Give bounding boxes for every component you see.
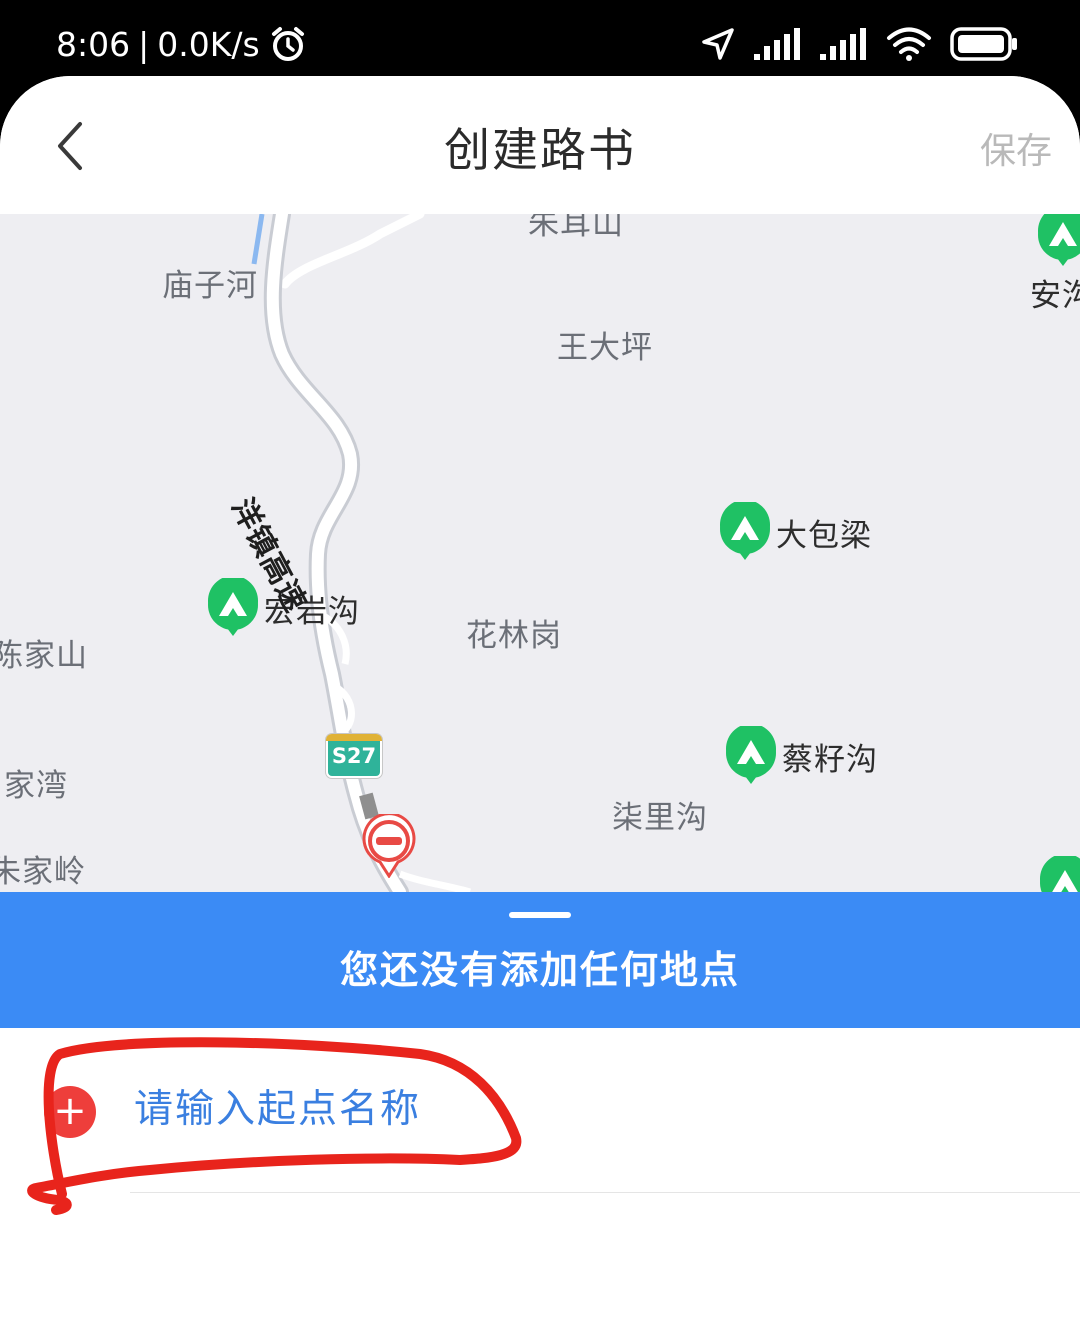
mountain-pin-icon[interactable] <box>1038 856 1080 892</box>
status-speed: 0.0K/s <box>157 24 260 64</box>
app-card: 创建路书 保存 朱耳山 庙子河 王大坪 花林岗 陈家山 家湾 朱家岭 柒里沟 安… <box>0 76 1080 1318</box>
poi-marker[interactable]: 蔡籽沟 <box>724 726 878 786</box>
bottom-sheet-header[interactable]: 您还没有添加任何地点 <box>0 892 1080 1028</box>
status-left: 8:06 | 0.0K/s <box>56 24 308 64</box>
poi-marker[interactable]: 大包梁 <box>718 502 872 562</box>
place-label: 王大坪 <box>557 330 653 366</box>
start-point-row[interactable]: + 请输入起点名称 <box>0 1028 1080 1192</box>
mountain-pin-icon <box>726 726 776 784</box>
wifi-icon <box>887 27 931 61</box>
header-bar: 创建路书 保存 <box>0 76 1080 215</box>
mountain-pin-icon <box>720 502 770 560</box>
place-label: 朱耳山 <box>528 214 624 242</box>
row-divider <box>130 1192 1080 1193</box>
status-right <box>700 26 1018 62</box>
poi-label: 蔡籽沟 <box>782 741 878 778</box>
status-separator: | <box>138 24 150 64</box>
poi-label: 大包梁 <box>776 517 872 554</box>
place-label: 朱家岭 <box>0 854 86 890</box>
page-title: 创建路书 <box>444 123 636 177</box>
mountain-pin-icon[interactable] <box>1036 214 1080 268</box>
map-view[interactable]: 朱耳山 庙子河 王大坪 花林岗 陈家山 家湾 朱家岭 柒里沟 安沟 大包梁 宏岩… <box>0 214 1080 892</box>
save-button[interactable]: 保存 <box>980 122 1052 174</box>
place-label: 陈家山 <box>0 638 88 674</box>
battery-icon <box>950 27 1017 61</box>
place-label: 家湾 <box>4 768 68 804</box>
mountain-pin-icon <box>208 578 258 636</box>
road-shield: S27 <box>326 734 382 778</box>
location-arrow-icon <box>702 28 734 60</box>
empty-state-text: 您还没有添加任何地点 <box>339 948 740 992</box>
add-start-button[interactable]: + <box>44 1086 96 1138</box>
alarm-icon <box>271 27 304 61</box>
place-label: 庙子河 <box>162 268 258 304</box>
signal-icon-2 <box>820 28 866 60</box>
phone-screen: 8:06 | 0.0K/s 创建路书 保存 朱耳山 庙子河 王大坪 花林岗 陈家… <box>0 0 1080 1318</box>
road-network <box>251 214 472 892</box>
place-label: 安沟 <box>1030 278 1080 314</box>
signal-icon-1 <box>754 28 800 60</box>
status-bar: 8:06 | 0.0K/s <box>0 0 1080 80</box>
status-time: 8:06 <box>56 24 131 64</box>
place-label: 花林岗 <box>466 618 562 654</box>
start-point-input[interactable]: 请输入起点名称 <box>134 1078 421 1134</box>
place-label: 柒里沟 <box>612 800 708 836</box>
drag-handle[interactable] <box>509 912 571 918</box>
no-entry-icon <box>362 814 416 878</box>
